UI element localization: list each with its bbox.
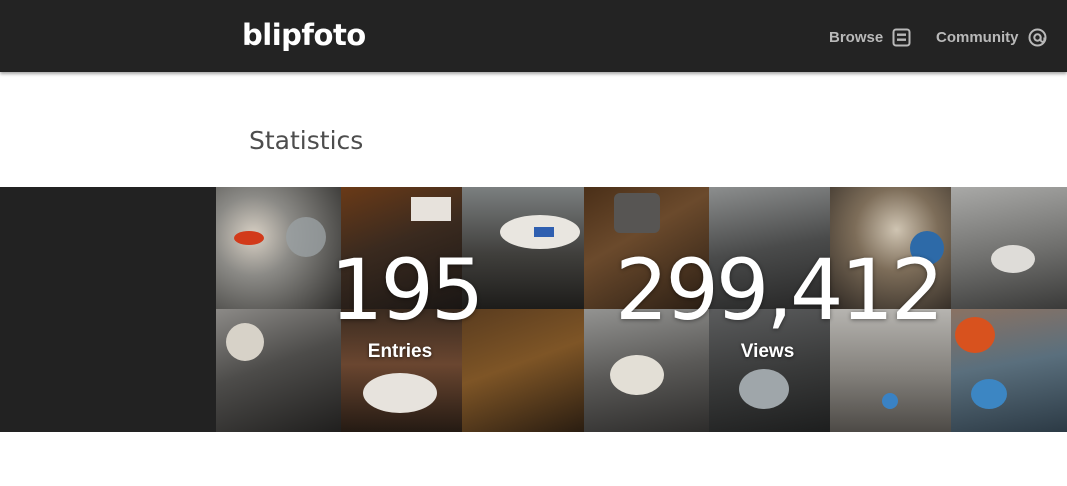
page-title: Statistics [249, 126, 364, 155]
nav-browse-label: Browse [829, 28, 884, 46]
blipfoto-logo[interactable]: blipfoto [242, 18, 366, 52]
stat-views: 299,412 Views [615, 241, 944, 363]
nav-community[interactable]: Community [936, 26, 1047, 48]
top-navigation-bar: blipfoto Browse Community [0, 0, 1067, 72]
community-at-icon [1028, 28, 1047, 47]
browse-grid-icon [892, 28, 911, 47]
statistics-band: 195 Entries 299,412 Views [0, 187, 1067, 432]
stat-entries: 195 Entries [330, 241, 484, 363]
photo-tile[interactable] [216, 187, 341, 309]
views-count: 299,412 [615, 241, 944, 339]
entries-label: Entries [367, 341, 433, 362]
views-label: Views [740, 341, 795, 362]
entries-count: 195 [330, 241, 484, 339]
photo-tile[interactable] [951, 187, 1067, 309]
nav-browse[interactable]: Browse [829, 26, 911, 48]
photo-tile[interactable] [216, 309, 341, 432]
nav-community-label: Community [936, 28, 1019, 46]
photo-tile[interactable] [951, 309, 1067, 432]
